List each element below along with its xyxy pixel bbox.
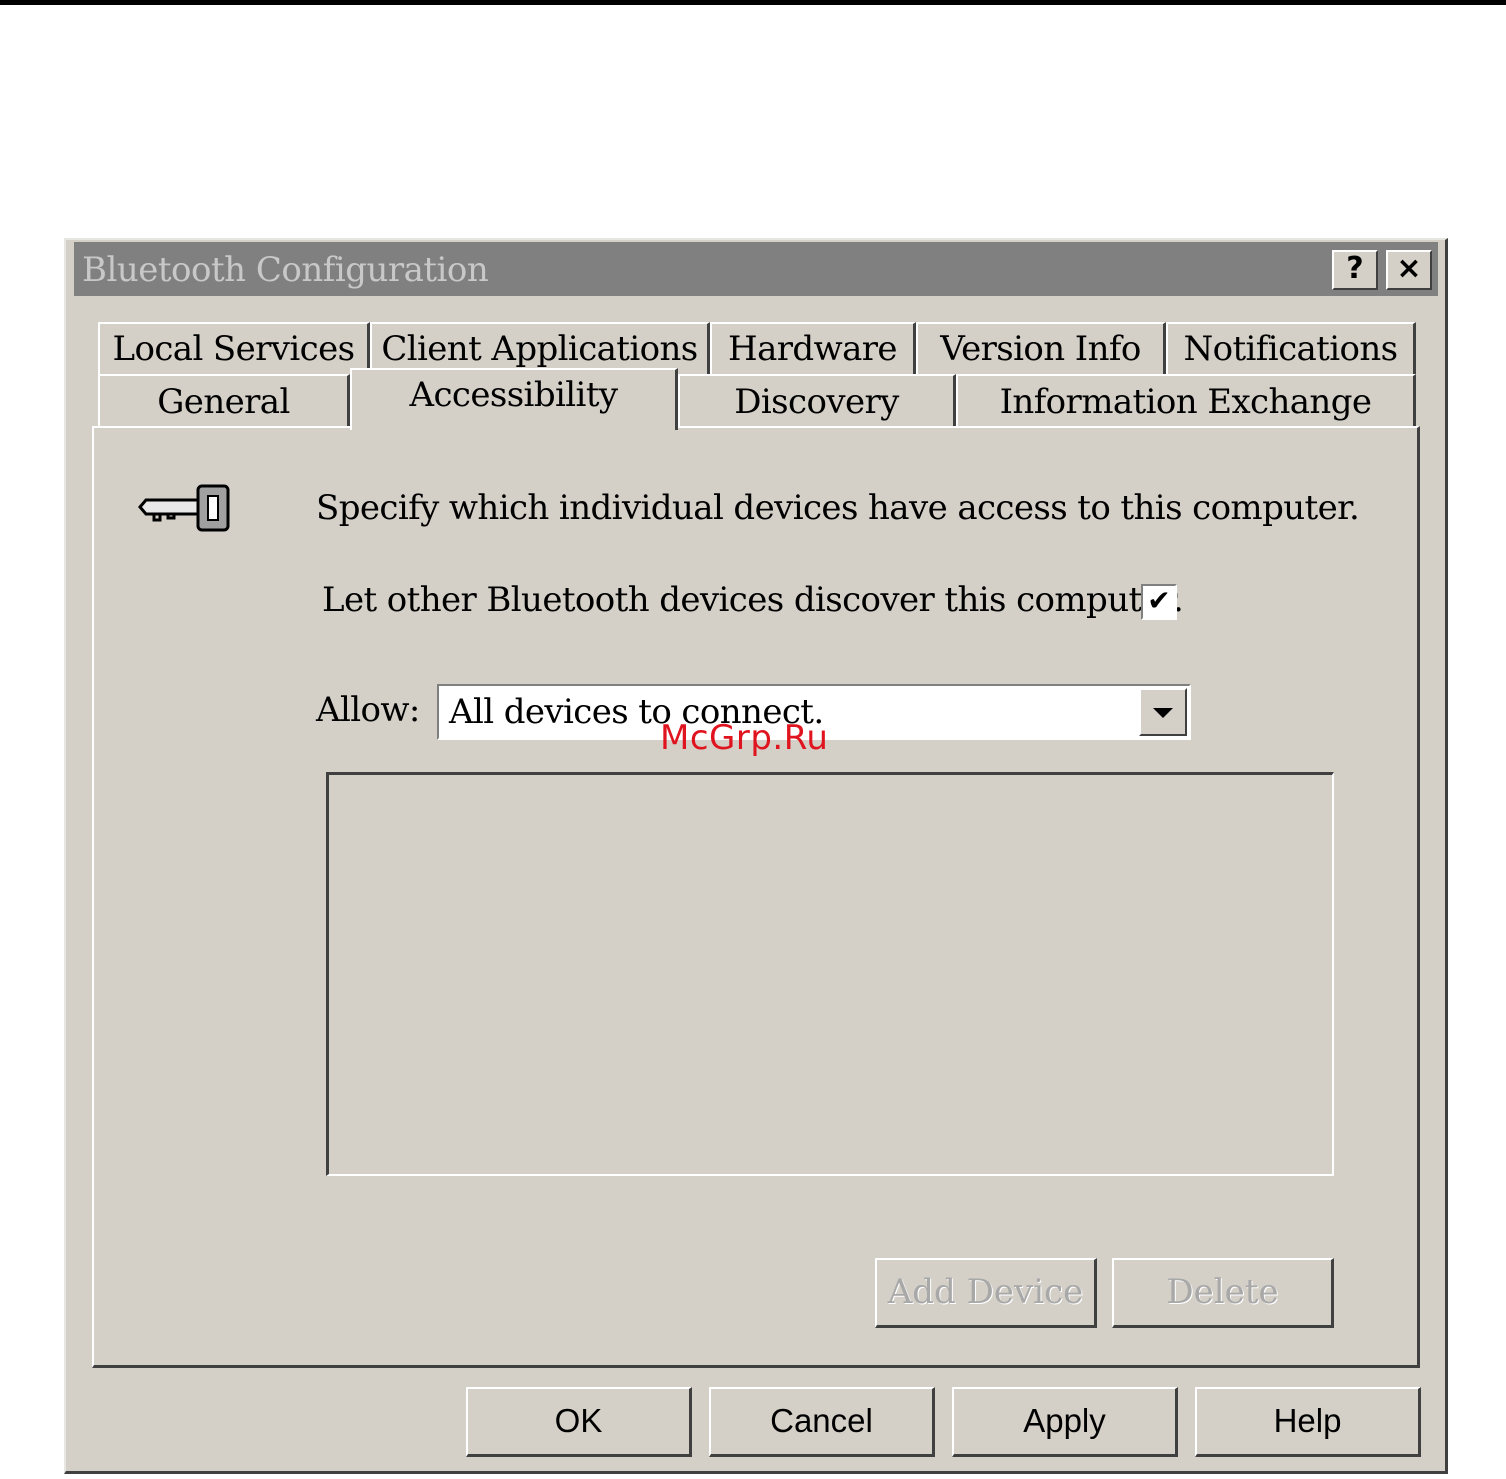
chevron-down-icon[interactable] [1139, 688, 1187, 736]
watermark: McGrp.Ru [660, 718, 829, 758]
description-text: Specify which individual devices have ac… [316, 488, 1360, 528]
ok-button[interactable]: OK [466, 1387, 692, 1457]
discover-label: Let other Bluetooth devices discover thi… [322, 580, 1184, 620]
close-button[interactable]: × [1386, 250, 1432, 290]
cancel-button[interactable]: Cancel [709, 1387, 935, 1457]
tab-general[interactable]: General [98, 374, 350, 428]
tab-version-info[interactable]: Version Info [916, 322, 1166, 374]
tab-accessibility[interactable]: Accessibility [350, 368, 678, 430]
tab-discovery[interactable]: Discovery [678, 374, 956, 428]
add-device-button[interactable]: Add Device [875, 1258, 1097, 1328]
discover-checkbox[interactable]: ✔ [1141, 584, 1177, 620]
window-title: Bluetooth Configuration [82, 250, 489, 290]
top-rule [0, 0, 1506, 5]
tab-information-exchange[interactable]: Information Exchange [956, 374, 1416, 428]
title-bar: Bluetooth Configuration ? × [74, 242, 1438, 296]
tab-local-services[interactable]: Local Services [98, 322, 370, 374]
tab-client-applications[interactable]: Client Applications [370, 322, 710, 374]
tab-hardware[interactable]: Hardware [710, 322, 916, 374]
tab-notifications[interactable]: Notifications [1166, 322, 1416, 374]
device-list[interactable] [326, 772, 1334, 1176]
delete-button[interactable]: Delete [1112, 1258, 1334, 1328]
allow-label: Allow: [316, 690, 420, 730]
apply-button[interactable]: Apply [952, 1387, 1178, 1457]
key-icon [138, 484, 230, 532]
help-button[interactable]: ? [1332, 250, 1378, 290]
help-footer-button[interactable]: Help [1195, 1387, 1421, 1457]
